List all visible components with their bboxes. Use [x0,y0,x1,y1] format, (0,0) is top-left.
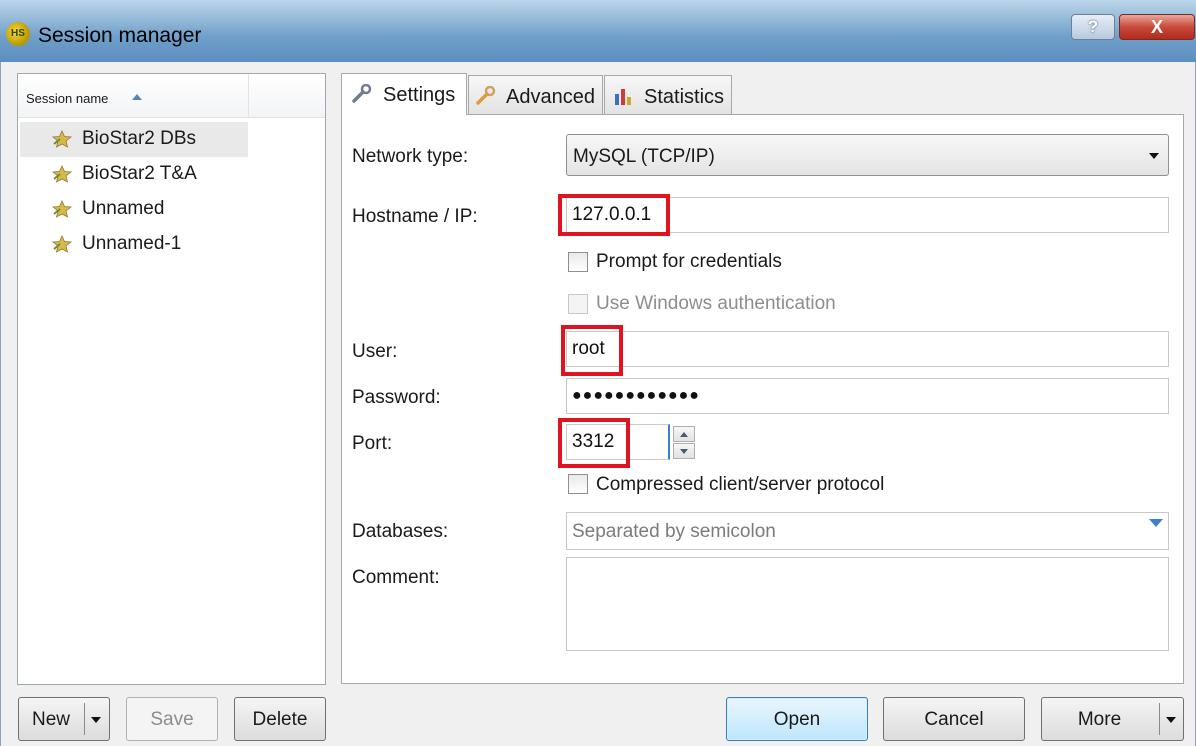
tab-statistics[interactable]: Statistics [604,75,732,115]
more-button-label: More [1077,709,1122,730]
session-star-icon [51,130,73,148]
databases-input[interactable]: Separated by semicolon [566,512,1169,550]
session-name-column-header[interactable]: Session name [26,91,108,106]
databases-placeholder: Separated by semicolon [572,521,776,542]
chevron-down-icon [1149,153,1159,159]
session-item-label: BioStar2 T&A [82,163,197,184]
session-star-icon [51,165,73,183]
user-label: User: [352,341,398,362]
new-button[interactable]: New [18,697,110,741]
cancel-button[interactable]: Cancel [883,697,1025,741]
session-item-label: BioStar2 DBs [82,128,197,149]
session-list: BioStar2 DBs BioStar2 T&A Unnamed Unname… [18,118,325,262]
session-item[interactable]: BioStar2 T&A [20,157,325,192]
tab-statistics-label: Statistics [644,86,725,108]
session-item[interactable]: BioStar2 DBs [20,122,248,157]
windows-auth-checkbox[interactable] [568,294,588,314]
databases-label: Databases: [352,521,449,542]
compressed-protocol-label[interactable]: Compressed client/server protocol [596,474,884,496]
port-spinner[interactable] [670,425,698,461]
split-divider [1159,703,1160,735]
prompt-credentials-label[interactable]: Prompt for credentials [596,251,782,273]
network-type-select[interactable]: MySQL (TCP/IP) [566,134,1169,176]
comment-label: Comment: [352,567,440,588]
session-item-label: Unnamed [82,198,165,219]
title-bar[interactable]: HS Session manager ? X [0,0,1196,62]
session-item[interactable]: Unnamed [20,192,325,227]
port-decrement-button[interactable] [673,443,695,459]
wrench-icon [352,84,372,103]
split-divider [84,703,85,735]
network-type-label: Network type: [352,146,469,167]
window-title: Session manager [38,24,202,47]
user-input[interactable]: root [566,331,1169,367]
password-value: ●●●●●●●●●●●● [572,387,700,404]
delete-button-label: Delete [252,709,308,730]
sort-ascending-icon [132,94,142,100]
tab-advanced[interactable]: Advanced [468,75,603,115]
session-star-icon [51,235,73,253]
save-button-label: Save [150,709,194,730]
network-type-value: MySQL (TCP/IP) [573,146,715,167]
help-button[interactable]: ? [1071,14,1115,40]
tab-settings[interactable]: Settings [341,73,467,115]
open-button[interactable]: Open [726,697,868,741]
hostname-highlight-box [558,194,670,236]
column-divider[interactable] [248,74,249,118]
close-button[interactable]: X [1119,14,1195,40]
port-label: Port: [352,433,393,454]
open-button-label: Open [773,709,821,730]
port-increment-button[interactable] [673,426,695,442]
session-list-panel: Session name BioStar2 DBs BioStar2 T&A U… [17,73,326,685]
bar-chart-icon [615,89,631,105]
chevron-down-icon[interactable] [1166,717,1176,723]
session-star-icon [51,200,73,218]
dropdown-arrow-icon[interactable] [1149,519,1163,527]
delete-button[interactable]: Delete [234,697,326,741]
windows-auth-label[interactable]: Use Windows authentication [596,293,836,315]
password-label: Password: [352,387,441,408]
prompt-credentials-checkbox[interactable] [568,252,588,272]
comment-textarea[interactable] [566,557,1169,651]
wrench-icon [476,86,496,105]
password-input[interactable]: ●●●●●●●●●●●● [566,378,1169,414]
save-button[interactable]: Save [126,697,218,741]
new-button-label: New [31,709,70,730]
tab-settings-label: Settings [383,84,456,106]
chevron-down-icon[interactable] [91,717,101,723]
hostname-label: Hostname / IP: [352,206,478,227]
port-highlight-box [558,418,630,468]
tab-advanced-label: Advanced [506,86,595,108]
session-item-label: Unnamed-1 [82,233,182,254]
compressed-protocol-checkbox[interactable] [568,474,588,494]
session-list-header[interactable]: Session name [18,74,325,118]
app-logo-icon: HS [6,22,30,46]
more-button[interactable]: More [1041,697,1184,741]
cancel-button-label: Cancel [924,709,984,730]
session-item[interactable]: Unnamed-1 [20,227,325,262]
user-highlight-box [561,325,623,376]
